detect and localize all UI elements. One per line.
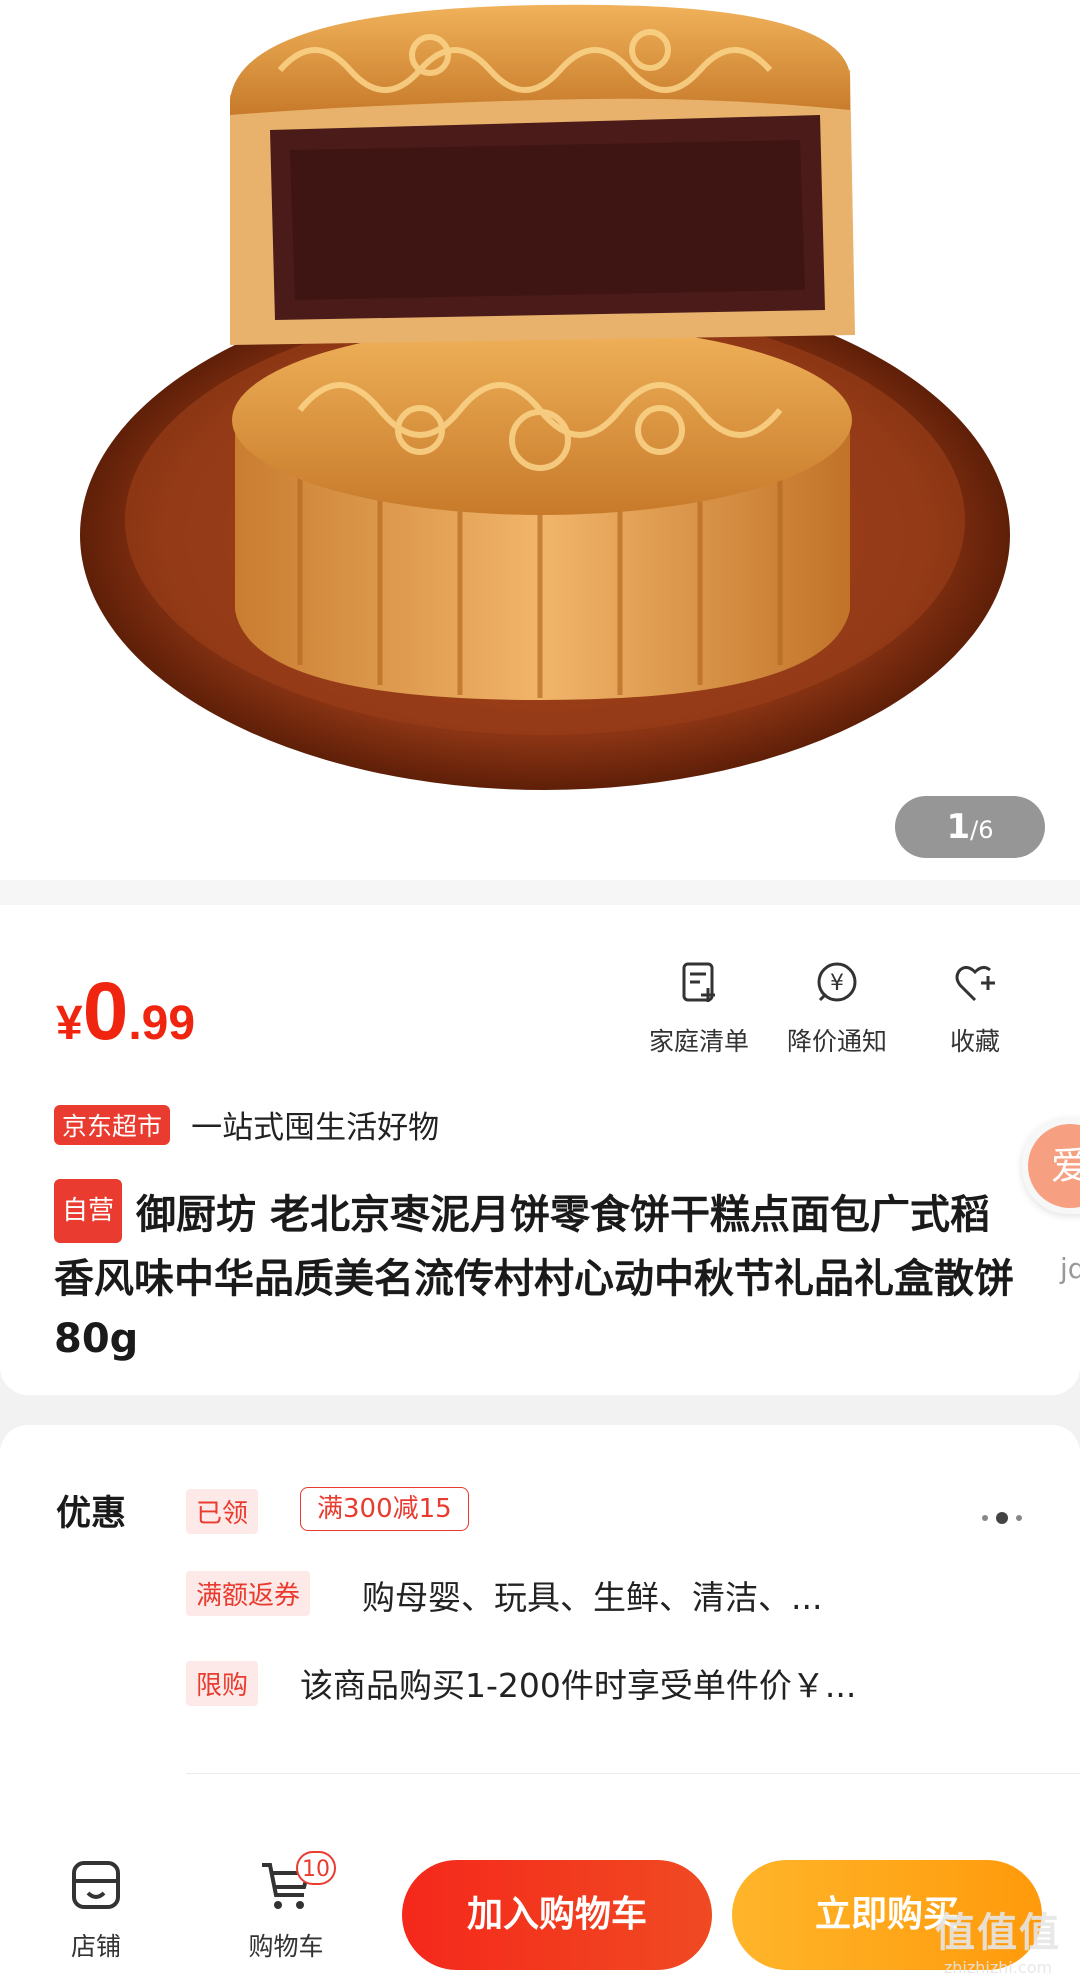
promotions-title: 优惠: [56, 1494, 127, 1534]
cart-count-badge: 10: [296, 1851, 336, 1885]
price-decimal: .99: [128, 997, 196, 1050]
svg-text:¥: ¥: [830, 971, 844, 996]
store-slogan: 一站式囤生活好物: [191, 1110, 440, 1146]
rebate-tag: 满额返券: [186, 1571, 311, 1616]
pager-current: 1: [946, 807, 971, 847]
claimed-tag: 已领: [186, 1489, 259, 1534]
price-drop-button[interactable]: ¥ 降价通知: [772, 960, 902, 1058]
product-title: 自营 御厨坊 老北京枣泥月饼零食饼干糕点面包广式稻香风味中华品质美名流传村村心动中…: [54, 1179, 1024, 1369]
price-integer: 0: [82, 966, 129, 1057]
watermark-logo: 值值值: [935, 1910, 1061, 1956]
favorite-label: 收藏: [949, 1027, 1000, 1056]
store-label: 店铺: [70, 1932, 121, 1961]
family-list-button[interactable]: 家庭清单: [634, 960, 764, 1058]
family-list-label: 家庭清单: [648, 1027, 749, 1056]
store-row[interactable]: 京东超市 一站式囤生活好物: [54, 1102, 439, 1146]
product-gallery[interactable]: 1/6: [0, 0, 1080, 905]
rebate-text[interactable]: 购母婴、玩具、生鲜、清洁、...: [362, 1571, 822, 1619]
add-to-cart-button[interactable]: 加入购物车: [402, 1860, 712, 1970]
product-info-card: ¥0.99 家庭清单 ¥ 降价通知 收藏 京东超市 一站式囤生活好物 自营 御厨…: [0, 905, 1080, 1395]
divider: [186, 1773, 1080, 1774]
image-pager: 1/6: [895, 796, 1045, 858]
side-badge-icon: 爱: [1028, 1124, 1080, 1208]
pager-total: /6: [970, 816, 994, 844]
purchase-limit-tag: 限购: [186, 1661, 259, 1706]
coupon-tag[interactable]: 满300减15: [300, 1487, 469, 1531]
watermark: 值值值 zhizhizhi.com: [928, 1900, 1068, 1977]
price: ¥0.99: [56, 965, 195, 1059]
cart-button[interactable]: 10 购物车: [216, 1851, 356, 1963]
store-button[interactable]: 店铺: [26, 1855, 166, 1963]
product-image[interactable]: [0, 0, 1080, 905]
product-title-text: 御厨坊 老北京枣泥月饼零食饼干糕点面包广式稻香风味中华品质美名流传村村心动中秋节…: [54, 1192, 1014, 1362]
carousel-dots: [978, 1507, 1026, 1526]
list-add-icon: [682, 962, 715, 1002]
side-badge-text: jd: [1060, 1252, 1080, 1285]
cart-label: 购物车: [248, 1932, 324, 1961]
watermark-url: zhizhizhi.com: [943, 1958, 1053, 1977]
price-symbol: ¥: [56, 997, 83, 1050]
price-drop-label: 降价通知: [786, 1027, 887, 1056]
heart-add-icon: [955, 965, 995, 1002]
jd-supermarket-tag: 京东超市: [54, 1104, 171, 1145]
promotions-card[interactable]: 优惠 已领 满300减15 满额返券 购母婴、玩具、生鲜、清洁、... 限购 该…: [0, 1425, 1080, 1855]
self-operated-tag: 自营: [54, 1179, 123, 1243]
purchase-limit-text[interactable]: 该商品购买1-200件时享受单件价￥...: [300, 1659, 856, 1707]
favorite-button[interactable]: 收藏: [910, 960, 1040, 1058]
price-drop-icon: ¥: [817, 962, 857, 1002]
store-icon: [72, 1861, 120, 1909]
